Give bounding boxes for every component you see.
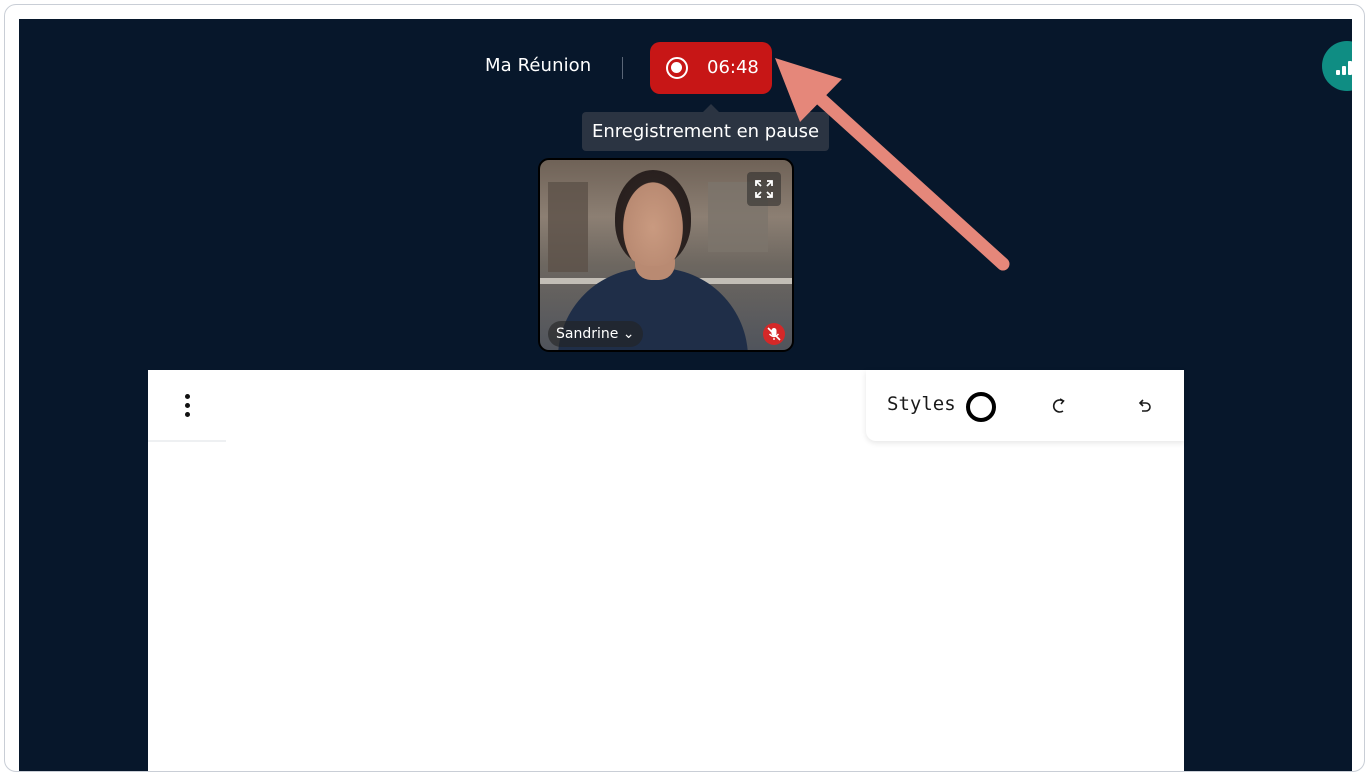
expand-icon: [755, 180, 773, 198]
background-plant: [548, 182, 588, 272]
participant-name-chip[interactable]: Sandrine ⌄: [548, 321, 643, 347]
signal-bar: [1342, 66, 1346, 75]
signal-bar: [1348, 61, 1352, 75]
whiteboard-canvas[interactable]: Styles: [148, 370, 1184, 771]
recording-timer: 06:48: [707, 57, 759, 78]
meeting-topbar: Ma Réunion 06:48 Enregistrement en pause: [19, 19, 1352, 151]
participant-video-tile[interactable]: Sandrine ⌄: [538, 158, 794, 352]
kebab-dot: [185, 412, 190, 417]
mic-muted-icon: [763, 323, 785, 345]
style-circle-icon[interactable]: [966, 392, 996, 422]
more-vertical-icon[interactable]: [174, 392, 202, 422]
kebab-dot: [185, 394, 190, 399]
redo-glyph: [1052, 398, 1065, 413]
mic-off-glyph: [767, 327, 781, 341]
undo-icon[interactable]: [1133, 394, 1157, 418]
expand-video-button[interactable]: [747, 172, 781, 206]
chevron-down-icon: ⌄: [618, 326, 635, 342]
participant-head: [615, 170, 691, 266]
meeting-title: Ma Réunion: [485, 55, 592, 76]
title-divider: [622, 57, 623, 79]
menu-divider: [148, 440, 226, 442]
kebab-dot: [185, 403, 190, 408]
undo-glyph: [1138, 399, 1151, 412]
recording-indicator-button[interactable]: 06:48: [650, 42, 772, 94]
signal-bars-icon[interactable]: [1322, 41, 1352, 91]
styles-button[interactable]: Styles: [887, 393, 956, 415]
participant-name: Sandrine: [556, 326, 619, 342]
recording-status-tooltip: Enregistrement en pause: [582, 112, 830, 151]
redo-icon[interactable]: [1048, 394, 1072, 418]
screenshot-frame: Ma Réunion 06:48 Enregistrement en pause: [4, 4, 1365, 772]
signal-bar: [1336, 70, 1340, 75]
tooltip-caret: [703, 104, 719, 112]
whiteboard-toolbar: Styles: [866, 370, 1184, 441]
record-icon: [666, 57, 688, 79]
meeting-stage: Ma Réunion 06:48 Enregistrement en pause: [19, 19, 1352, 771]
